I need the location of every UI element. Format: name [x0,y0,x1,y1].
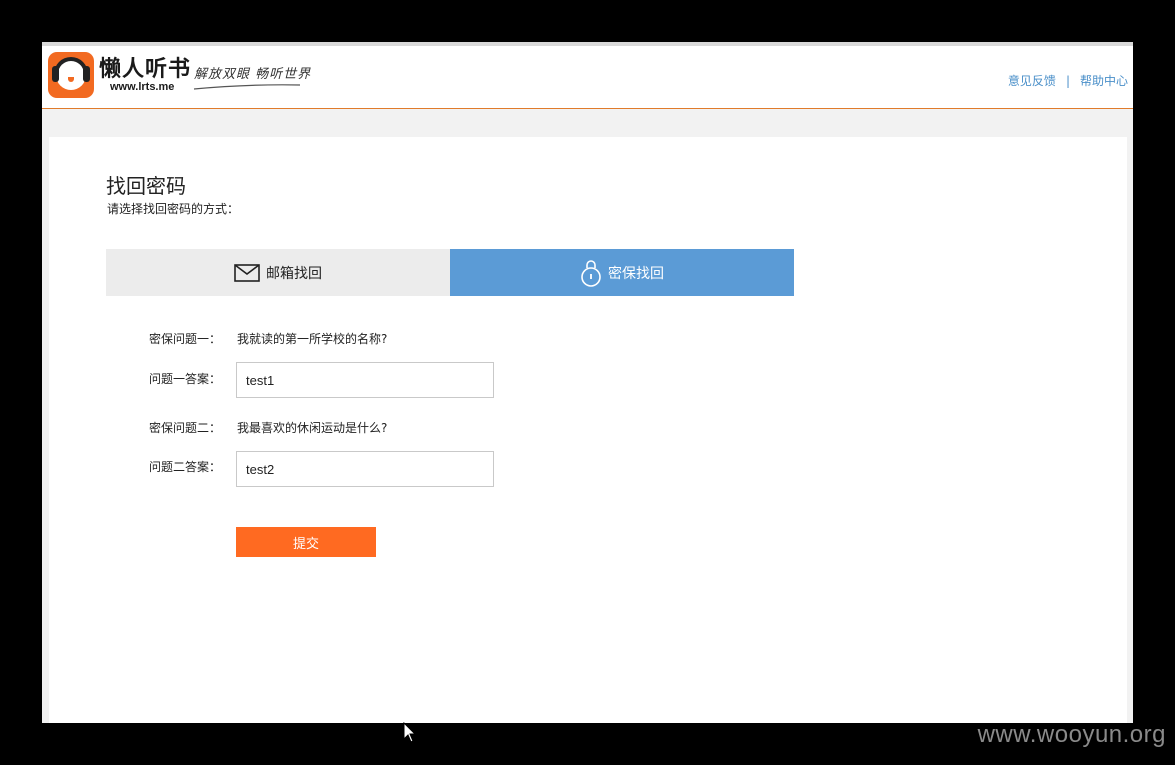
answer-1-label: 问题一答案： [148,372,221,386]
feedback-link[interactable]: 意见反馈 [1008,72,1056,89]
answer-2-label: 问题二答案： [148,460,221,474]
answer-2-input[interactable] [236,451,494,487]
question-1-text: 我就读的第一所学校的名称? [237,332,388,346]
logo-title[interactable]: 懒人听书 [99,51,191,83]
slogan-swoosh [193,84,301,90]
tab-security-label: 密保找回 [608,265,664,282]
lock-icon [581,259,601,287]
headphone-left [52,66,59,82]
content-panel: 找回密码 请选择找回密码的方式： 邮箱找回 密保找回 密保问题一： 我就读的第一… [49,137,1127,723]
site-header: 懒人听书 www.lrts.me 解放双眼 畅听世界 意见反馈 | 帮助中心 [42,46,1133,109]
mouse-cursor-icon [403,722,417,743]
tab-security-question-recovery[interactable]: 密保找回 [450,249,794,296]
top-links: 意见反馈 | 帮助中心 [1008,72,1128,89]
question-1-label: 密保问题一： [148,332,221,346]
envelope-icon [234,263,260,282]
tab-email-label: 邮箱找回 [266,265,322,282]
question-2-label: 密保问题二： [148,421,221,435]
logo-icon[interactable] [48,52,94,98]
logo-url: www.lrts.me [110,81,175,93]
page-title: 找回密码 [106,174,186,198]
question-2-text: 我最喜欢的休闲运动是什么? [237,421,388,435]
help-center-link[interactable]: 帮助中心 [1080,72,1128,89]
recovery-method-tabs: 邮箱找回 密保找回 [106,249,794,296]
watermark: www.wooyun.org [977,721,1166,748]
submit-button[interactable]: 提交 [236,527,376,557]
page-subtitle: 请选择找回密码的方式： [107,202,240,216]
logo-slogan: 解放双眼 畅听世界 [194,67,312,82]
answer-1-input[interactable] [236,362,494,398]
headphone-right [83,66,90,82]
tab-email-recovery[interactable]: 邮箱找回 [106,249,450,296]
browser-window: 懒人听书 www.lrts.me 解放双眼 畅听世界 意见反馈 | 帮助中心 找回密… [42,42,1133,723]
link-separator: | [1065,74,1070,88]
